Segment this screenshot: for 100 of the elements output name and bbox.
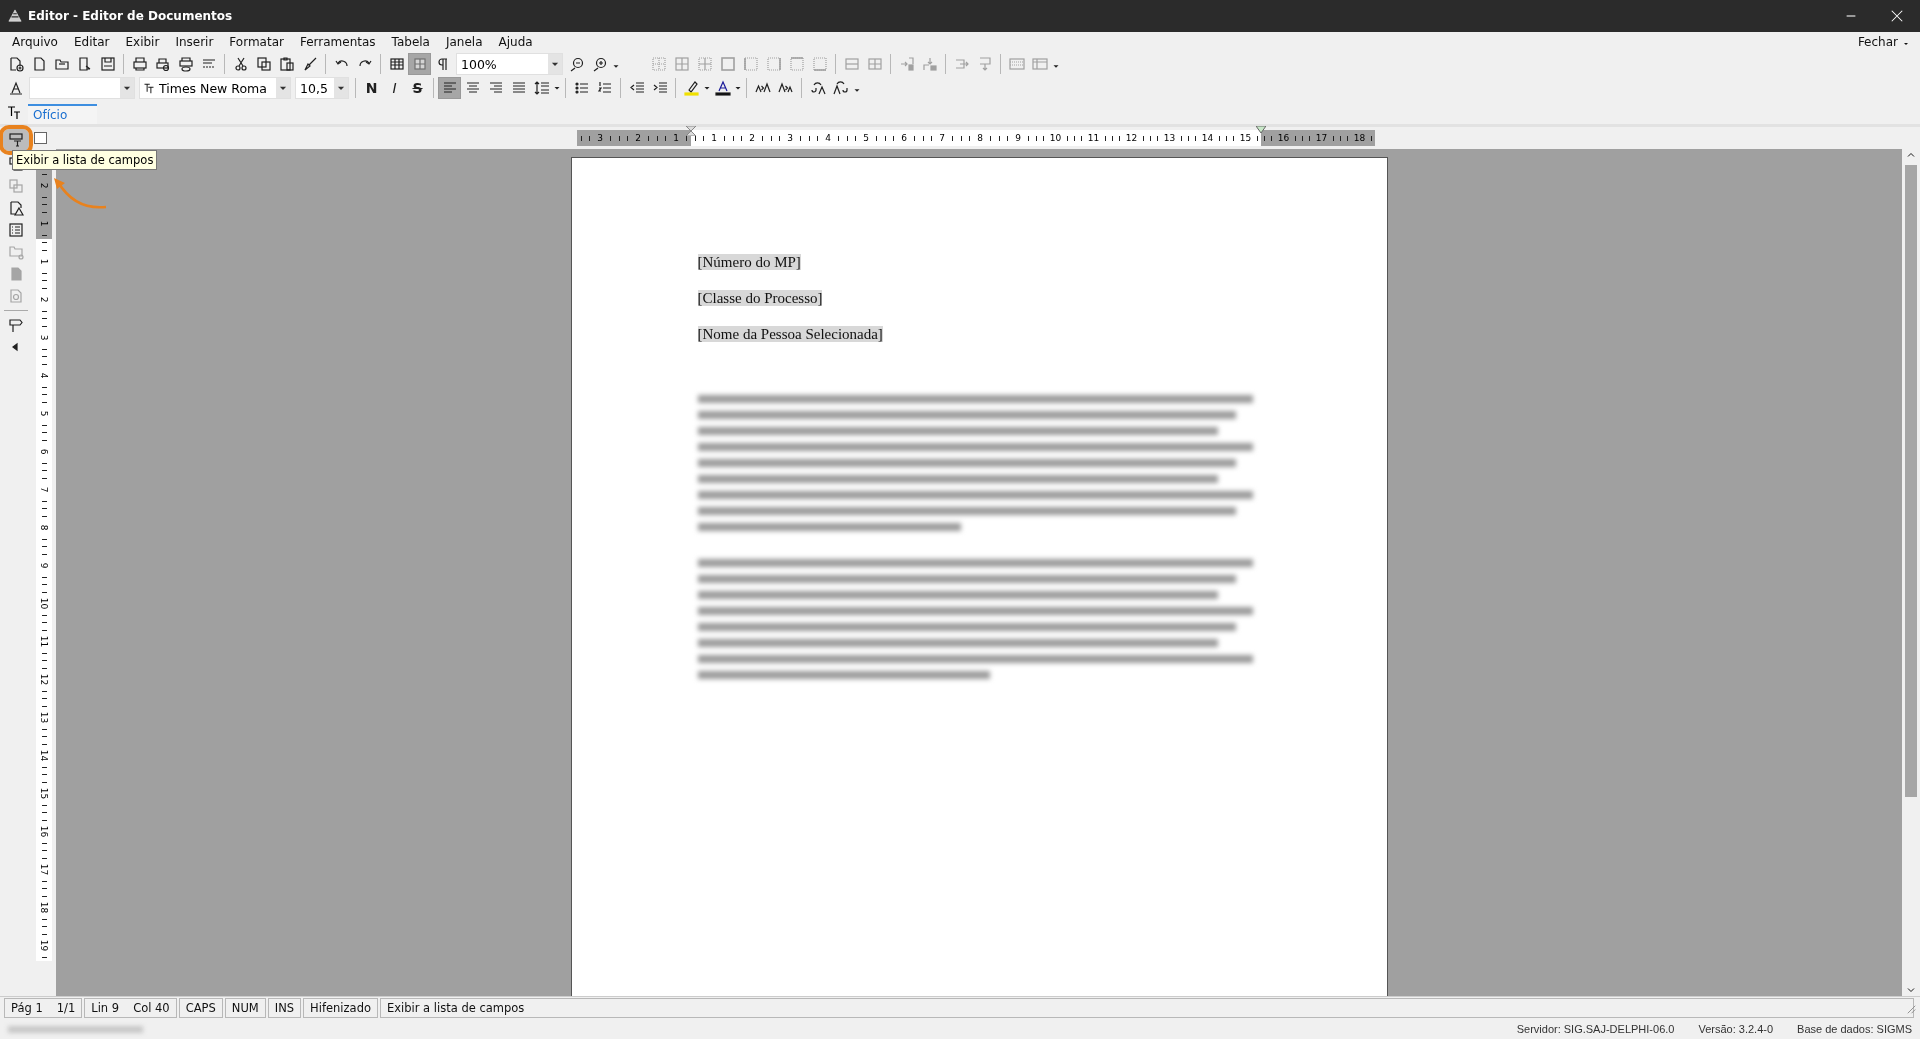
status-text: NUM [231, 1001, 259, 1015]
folder-icon [8, 244, 24, 260]
ruler-number: 13 [1163, 133, 1176, 143]
scissors-icon [232, 56, 249, 72]
ruler-number: 16 [1277, 133, 1290, 143]
document-arrow-icon [76, 56, 93, 72]
vertical-scrollbar[interactable] [1902, 149, 1920, 996]
highlighter-icon [683, 80, 700, 96]
ruler-number: 11 [1087, 133, 1100, 143]
border-grid-icon [673, 56, 690, 72]
footer-info: Base de dados: SIGMS [1797, 1023, 1912, 1035]
status-text: Lin 9 [91, 1001, 120, 1015]
line-spacing-icon [533, 80, 550, 96]
table-grid-icon [388, 56, 405, 72]
merge-field[interactable]: [Classe do Processo] [697, 290, 823, 306]
status-text: Hifenizado [310, 1001, 371, 1015]
zoom-in-icon [591, 56, 608, 72]
dropdown-field[interactable] [29, 77, 135, 99]
format-button[interactable]: S [406, 77, 429, 99]
list-document-icon [8, 222, 24, 238]
text-style-icon[interactable] [6, 104, 22, 120]
footer-info: Versão: 3.2.4-0 [1698, 1023, 1774, 1035]
merge-field[interactable]: [Número do MP] [697, 254, 801, 270]
ruler-number: 9 [1015, 133, 1021, 143]
ruler-number: 3 [597, 133, 603, 143]
indent-marker-icon[interactable] [1256, 126, 1266, 136]
dropdown-field[interactable]: 10,5 [295, 77, 349, 99]
indent-marker-icon[interactable] [686, 126, 696, 136]
split-cells-icon [866, 56, 883, 72]
ruler-number: 6 [39, 448, 49, 455]
merge-field[interactable]: [Nome da Pessoa Selecionada] [697, 326, 883, 342]
ruler-number: 2 [39, 296, 49, 303]
ruler-number: 9 [39, 562, 49, 569]
clipboard-icon [278, 56, 295, 72]
bulleted-list-icon [573, 80, 590, 96]
menu-item[interactable]: Ajuda [492, 35, 539, 49]
status-text: Exibir a lista de campos [386, 1001, 525, 1015]
document-tab[interactable]: Ofício [28, 104, 98, 124]
status-text: CAPS [185, 1001, 216, 1015]
ruler-number: 3 [787, 133, 793, 143]
dropdown-field[interactable]: Times New Roma [139, 77, 291, 99]
ruler-number: 8 [39, 524, 49, 531]
border-right-icon [765, 56, 782, 72]
ruler-number: 1 [711, 133, 717, 143]
menu-item[interactable]: Janela [439, 35, 489, 49]
menu-item[interactable]: Tabela [385, 35, 436, 49]
ruler-number: 13 [39, 712, 49, 724]
ruler-number: 1 [39, 220, 49, 227]
ruler-number: 14 [39, 750, 49, 762]
ruler-number: 2 [635, 133, 641, 143]
ruler-number: 5 [39, 410, 49, 417]
uppercase-icon [832, 80, 849, 96]
insert-row-icon [921, 56, 938, 72]
ruler-number: 15 [1239, 133, 1252, 143]
menu-item[interactable]: Formatar [223, 35, 290, 49]
close-document-menu[interactable]: Fechar [1851, 35, 1904, 49]
merge-cells-icon [843, 56, 860, 72]
ruler-number: 5 [863, 133, 869, 143]
border-outer-icon [719, 56, 736, 72]
table-format-icon [1008, 56, 1025, 72]
status-text: Col 40 [133, 1001, 170, 1015]
menu-item[interactable]: Editar [67, 35, 116, 49]
ruler-number: 2 [39, 182, 49, 189]
ruler-number: 17 [39, 864, 49, 876]
ruler-number: 8 [977, 133, 983, 143]
ruler-number: 4 [825, 133, 831, 143]
menu-item[interactable]: Exibir [119, 35, 166, 49]
copy-icon [255, 56, 272, 72]
ruler-number: 15 [39, 788, 49, 800]
printer-preview-icon [154, 56, 171, 72]
document-warning-icon [8, 200, 24, 216]
printer-icon [131, 56, 148, 72]
annotation-arrow [52, 176, 108, 210]
status-text: Pág 1 [11, 1001, 43, 1015]
numbered-list-icon [596, 80, 613, 96]
printer-gear-icon [177, 56, 194, 72]
ruler-number: 17 [1315, 133, 1328, 143]
window-title: Editor - Editor de Documentos [28, 9, 234, 23]
ruler-number: 1 [673, 133, 679, 143]
ruler-number: 14 [1201, 133, 1214, 143]
menu-item[interactable]: Arquivo [6, 35, 64, 49]
field-copy-icon [8, 178, 24, 194]
lowercase-icon [809, 80, 826, 96]
footer-info: Servidor: SIG.SAJ-DELPHI-06.0 [1516, 1023, 1675, 1035]
border-grid-icon [650, 56, 667, 72]
menu-item[interactable]: Inserir [169, 35, 220, 49]
certificate-icon [8, 288, 24, 304]
ruler-number: 12 [1125, 133, 1138, 143]
ruler-number: 1 [39, 258, 49, 265]
format-button[interactable]: N [360, 77, 383, 99]
ruler-number: 6 [901, 133, 907, 143]
table-format-icon [1031, 56, 1048, 72]
delete-column-icon [953, 56, 970, 72]
dropdown-field[interactable]: 100% [456, 53, 563, 75]
signpost-icon [8, 317, 24, 333]
menu-item[interactable]: Ferramentas [293, 35, 382, 49]
align-center-icon [464, 80, 481, 96]
zoom-out-icon [568, 56, 585, 72]
format-button[interactable]: I [383, 77, 406, 99]
tab-stop-icon[interactable] [34, 132, 47, 144]
